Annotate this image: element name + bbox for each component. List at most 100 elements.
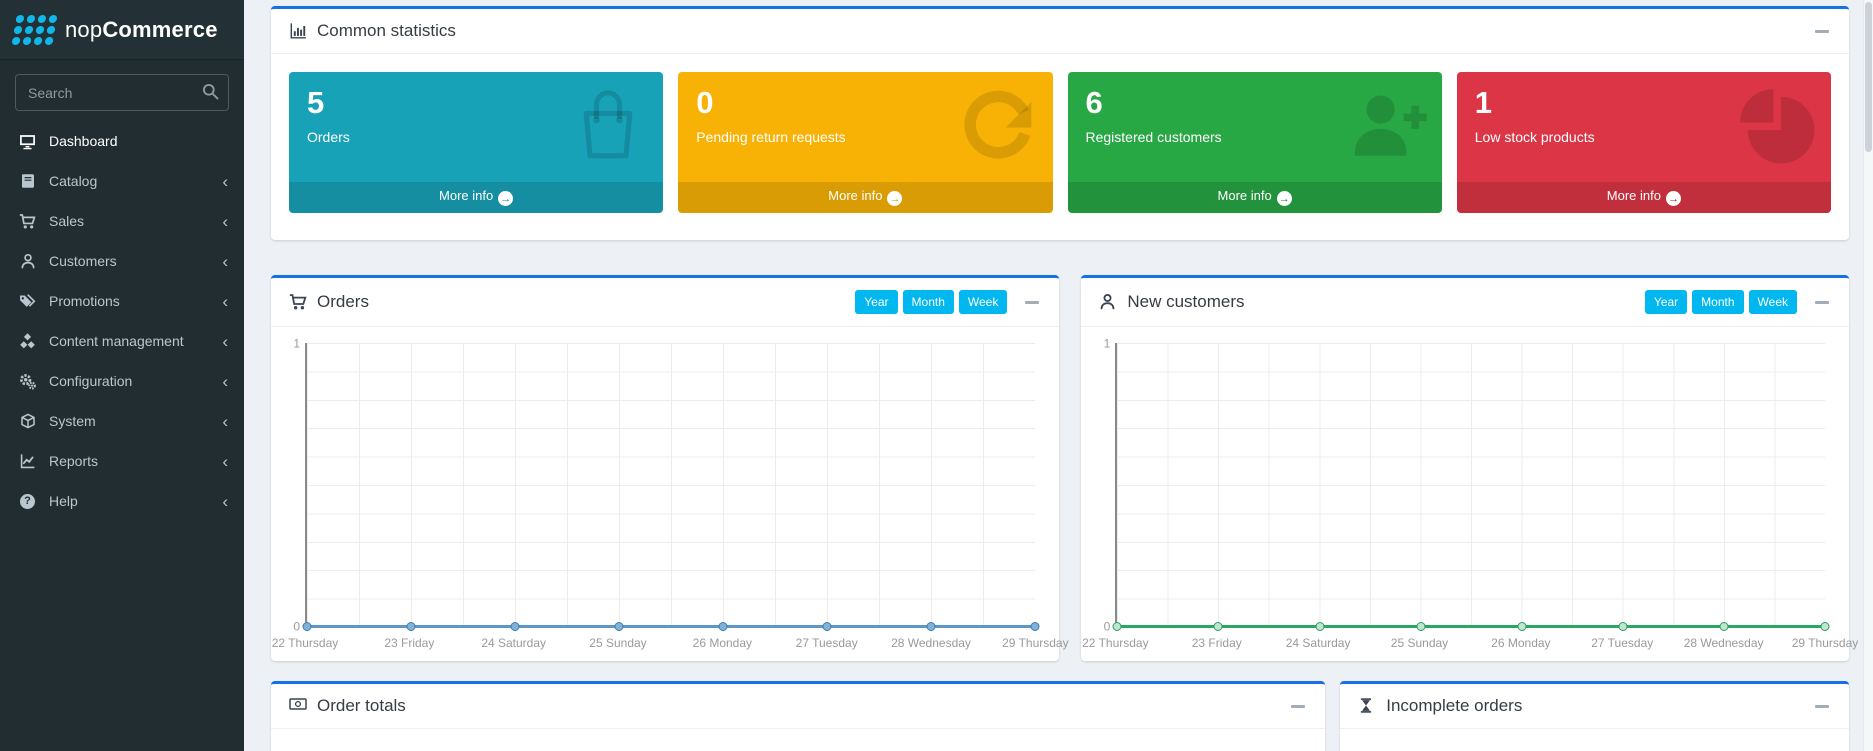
x-axis-label: 25 Sunday xyxy=(589,636,647,650)
hourglass-icon xyxy=(1358,697,1376,715)
stat-label: Pending return requests xyxy=(696,129,846,146)
collapse-button[interactable] xyxy=(1023,297,1041,308)
arrow-circle-right-icon: → xyxy=(498,191,514,206)
panel-title: New customers xyxy=(1127,292,1245,311)
bar-chart-icon xyxy=(289,22,307,40)
panel-header: Orders Year Month Week xyxy=(271,278,1060,327)
x-axis-label: 26 Monday xyxy=(1491,636,1551,650)
more-info-link[interactable]: More info → xyxy=(1067,181,1442,213)
sidebar-item-promotions[interactable]: Promotions ‹ xyxy=(0,281,244,321)
scrollbar-thumb[interactable] xyxy=(1865,2,1872,152)
cube-icon xyxy=(19,413,36,430)
collapse-button[interactable] xyxy=(1813,26,1831,37)
y-axis-label: 1 xyxy=(1103,336,1111,351)
sidebar-item-content-management[interactable]: Content management ‹ xyxy=(0,321,244,361)
stat-cards-row: 5 Orders More info → 0 Pending return req… xyxy=(271,54,1849,240)
money-icon xyxy=(289,697,307,715)
nopcommerce-logo-icon xyxy=(11,14,58,45)
question-circle-icon: ? xyxy=(19,493,36,510)
x-axis-label: 26 Monday xyxy=(692,636,753,650)
stat-card-body: 1 Low stock products xyxy=(1457,72,1831,182)
sidebar-item-label: Customers xyxy=(49,253,117,269)
chevron-left-icon: ‹ xyxy=(222,211,228,231)
sidebar-item-system[interactable]: System ‹ xyxy=(0,401,244,441)
plot-area xyxy=(302,343,1040,631)
week-button[interactable]: Week xyxy=(1748,290,1797,314)
y-axis-label: 0 xyxy=(1103,619,1111,634)
chevron-left-icon: ‹ xyxy=(222,331,228,351)
sidebar-item-configuration[interactable]: Configuration ‹ xyxy=(0,361,244,401)
sidebar-item-customers[interactable]: Customers ‹ xyxy=(0,241,244,281)
year-button[interactable]: Year xyxy=(855,290,898,314)
panel-header: Order totals xyxy=(271,684,1326,729)
sidebar-item-sales[interactable]: Sales ‹ xyxy=(0,201,244,241)
stat-card-body: 0 Pending return requests xyxy=(678,72,1052,182)
sidebar-item-label: Help xyxy=(49,493,78,509)
arrow-circle-right-icon: → xyxy=(1276,191,1292,206)
panel-title: Order totals xyxy=(317,696,406,715)
x-axis-label: 22 Thursday xyxy=(1082,636,1149,650)
sidebar-item-help[interactable]: ? Help ‹ xyxy=(0,481,244,521)
collapse-button[interactable] xyxy=(1289,701,1307,712)
y-axis-label: 1 xyxy=(293,336,300,351)
sidebar-item-reports[interactable]: Reports ‹ xyxy=(0,441,244,481)
plot-area xyxy=(1112,343,1830,631)
brand-name: nopCommerce xyxy=(65,16,218,42)
new-customers-chart: 1 0 22 Thursday 23 Friday 24 Saturday 25… xyxy=(1081,327,1858,661)
stat-label: Registered customers xyxy=(1085,129,1222,146)
tags-icon xyxy=(19,293,36,310)
chevron-left-icon: ‹ xyxy=(222,251,228,271)
range-button-group: Year Month Week xyxy=(855,290,1008,314)
y-axis: 1 0 xyxy=(283,337,305,634)
panel-header: Incomplete orders xyxy=(1340,684,1849,729)
stat-label: Orders xyxy=(307,129,350,146)
stat-card-body: 5 Orders xyxy=(289,72,663,182)
month-button[interactable]: Month xyxy=(902,290,954,314)
sidebar-item-label: Sales xyxy=(49,213,85,229)
panel-title: Incomplete orders xyxy=(1386,696,1523,715)
sidebar-search xyxy=(15,74,229,111)
collapse-button[interactable] xyxy=(1813,701,1831,712)
scrollbar[interactable] xyxy=(1863,0,1873,751)
range-button-group: Year Month Week xyxy=(1644,290,1797,314)
chevron-left-icon: ‹ xyxy=(222,371,228,391)
minus-icon xyxy=(1291,704,1306,708)
minus-icon xyxy=(1815,300,1829,304)
sidebar-menu: Dashboard Catalog ‹ Sales ‹ Customers ‹ … xyxy=(0,121,244,521)
month-button[interactable]: Month xyxy=(1692,290,1744,314)
sidebar-item-dashboard[interactable]: Dashboard xyxy=(0,121,244,161)
more-info-link[interactable]: More info → xyxy=(289,181,664,213)
search-input[interactable] xyxy=(15,74,229,111)
more-info-link[interactable]: More info → xyxy=(678,181,1053,213)
main-content: Common statistics 5 Orders More info → 0… xyxy=(244,0,1873,751)
search-icon[interactable] xyxy=(199,82,221,104)
x-axis-label: 27 Tuesday xyxy=(1591,636,1654,650)
chevron-left-icon: ‹ xyxy=(222,411,228,431)
sidebar-item-label: Promotions xyxy=(49,293,120,309)
chevron-left-icon: ‹ xyxy=(222,491,228,511)
x-axis-label: 24 Saturday xyxy=(1285,636,1351,650)
brand-logo: nopCommerce xyxy=(0,0,244,60)
chart-line-icon xyxy=(19,453,36,470)
x-axis: 22 Thursday 23 Friday 24 Saturday 25 Sun… xyxy=(1082,627,1858,653)
year-button[interactable]: Year xyxy=(1644,290,1688,314)
y-axis: 1 0 xyxy=(1093,337,1115,634)
panel-order-totals: Order totals xyxy=(271,681,1326,751)
x-axis-label: 23 Friday xyxy=(384,636,435,650)
week-button[interactable]: Week xyxy=(958,290,1008,314)
more-info-link[interactable]: More info → xyxy=(1456,181,1831,213)
chevron-left-icon: ‹ xyxy=(222,451,228,471)
x-axis-label: 24 Saturday xyxy=(481,636,547,650)
sidebar-item-catalog[interactable]: Catalog ‹ xyxy=(0,161,244,201)
panel-header: New customers Year Month Week xyxy=(1081,278,1849,327)
x-axis-label: 29 Thursday xyxy=(1791,636,1859,650)
sidebar-item-label: Catalog xyxy=(49,173,98,189)
book-icon xyxy=(19,173,36,190)
panel-new-customers-chart: New customers Year Month Week 1 0 22 Thu… xyxy=(1081,275,1858,661)
x-axis-label: 28 Wednesday xyxy=(1683,636,1764,650)
collapse-button[interactable] xyxy=(1813,297,1831,308)
chevron-left-icon: ‹ xyxy=(222,171,228,191)
x-axis-label: 27 Tuesday xyxy=(795,636,858,650)
x-axis-label: 23 Friday xyxy=(1191,636,1242,650)
panel-orders-chart: Orders Year Month Week 1 0 22 Thursday 2… xyxy=(271,275,1069,661)
